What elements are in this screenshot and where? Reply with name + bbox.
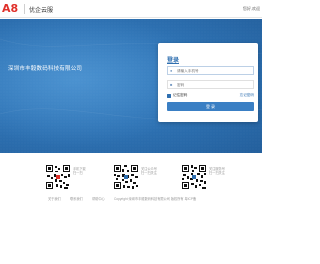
qr-code-image bbox=[181, 164, 207, 190]
login-title-underline bbox=[167, 63, 179, 64]
user-icon: ● bbox=[170, 68, 173, 73]
qr-code-wechat: 关注公众号 扫一扫关注 bbox=[113, 164, 157, 192]
qr-code-service: 关注服务号 扫一扫关注 bbox=[181, 164, 225, 192]
company-name: 深圳市丰毅数码科技有限公司 bbox=[8, 66, 83, 72]
username-input[interactable] bbox=[177, 68, 247, 73]
qr-code-image bbox=[45, 164, 71, 190]
remember-checkbox[interactable] bbox=[167, 93, 171, 98]
username-field[interactable]: ● bbox=[167, 66, 254, 75]
footer-link-help[interactable]: 帮助中心 bbox=[92, 196, 105, 201]
brand-divider bbox=[24, 4, 25, 14]
qr-caption-sub: 扫一扫关注 bbox=[209, 171, 225, 175]
footer-link-contact[interactable]: 联系我们 bbox=[70, 196, 83, 201]
lock-icon: ■ bbox=[170, 82, 173, 87]
remember-label: 记住密码 bbox=[173, 93, 188, 97]
footer-link-about[interactable]: 关于我们 bbox=[48, 196, 61, 201]
login-button[interactable]: 登 录 bbox=[167, 102, 254, 111]
qr-caption-sub: 扫一扫关注 bbox=[141, 171, 157, 175]
qr-code-image bbox=[113, 164, 139, 190]
top-header: A8 优企云服 您好,欢迎 bbox=[0, 0, 262, 18]
page-footer: 关于我们 联系我们 帮助中心 Copyright 深圳市丰毅数码科技有限公司 版… bbox=[0, 196, 262, 204]
login-panel: 登录 ● ■ 记住密码 忘记密码 登 录 bbox=[158, 43, 258, 122]
app-logo[interactable]: A8 bbox=[2, 2, 18, 15]
footer-copyright: Copyright 深圳市丰毅数码科技有限公司 版权所有 粤ICP备 bbox=[114, 197, 197, 201]
forgot-password-link[interactable]: 忘记密码 bbox=[240, 93, 254, 98]
qr-caption-sub: 扫一扫 bbox=[73, 171, 83, 175]
brand-name: 优企云服 bbox=[29, 8, 54, 14]
password-field[interactable]: ■ bbox=[167, 80, 254, 89]
password-input[interactable] bbox=[177, 82, 247, 87]
remember-password[interactable]: 记住密码 bbox=[167, 93, 187, 98]
top-link[interactable]: 您好,欢迎 bbox=[243, 6, 260, 12]
qr-code-app: 手机下载 扫一扫 bbox=[45, 164, 86, 192]
